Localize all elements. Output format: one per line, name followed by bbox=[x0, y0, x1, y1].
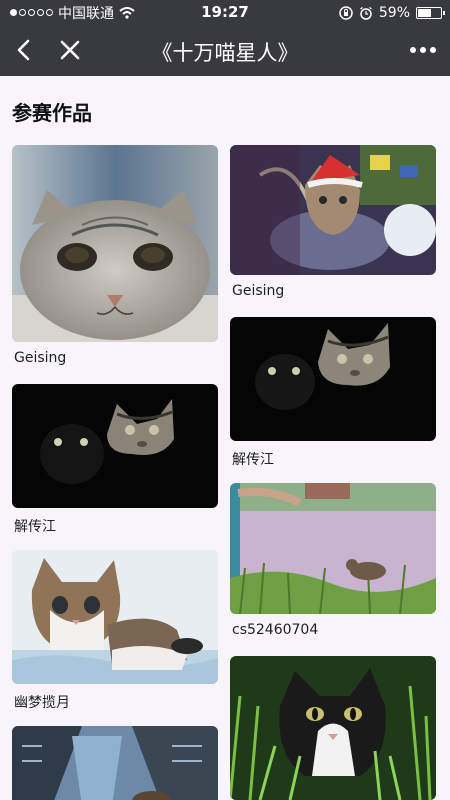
entry-author: 幽梦揽月 bbox=[14, 695, 70, 711]
battery-percent: 59% bbox=[378, 4, 410, 21]
section-title: 参赛作品 bbox=[12, 101, 92, 125]
battery-icon bbox=[416, 6, 445, 19]
entry-author: cs52460704 bbox=[232, 622, 319, 638]
two-cats-dark-image[interactable] bbox=[230, 317, 436, 441]
entry-card[interactable] bbox=[230, 656, 436, 800]
entry-author: Geising bbox=[14, 350, 67, 366]
entry-card[interactable] bbox=[12, 726, 218, 800]
entry-author: 解传江 bbox=[232, 452, 274, 468]
back-button[interactable] bbox=[8, 33, 42, 67]
entry-card[interactable]: 解传江 bbox=[230, 317, 436, 469]
cat-face-closeup-image[interactable] bbox=[12, 145, 218, 342]
entry-card[interactable]: 幽梦揽月 bbox=[12, 550, 218, 712]
page-title: 《十万喵星人》 bbox=[151, 41, 299, 65]
close-button[interactable] bbox=[53, 33, 87, 67]
cat-flowery-grass-image[interactable] bbox=[230, 483, 436, 614]
black-white-cat-image[interactable] bbox=[230, 656, 436, 800]
more-dot bbox=[410, 47, 416, 53]
more-dot bbox=[420, 47, 426, 53]
kitten-christmas-image[interactable] bbox=[230, 145, 436, 275]
more-dot bbox=[430, 47, 436, 53]
close-icon bbox=[60, 40, 80, 60]
entry-author: 解传江 bbox=[14, 519, 56, 535]
orientation-lock-icon bbox=[339, 5, 353, 20]
two-cats-dark-image[interactable] bbox=[12, 384, 218, 508]
entry-card[interactable]: 解传江 bbox=[12, 384, 218, 536]
status-bar: 中国联通 19:27 59% bbox=[0, 0, 450, 25]
entry-card[interactable]: Geising bbox=[230, 145, 436, 299]
status-right: 59% bbox=[339, 0, 445, 25]
more-button[interactable] bbox=[406, 33, 440, 67]
tabby-kitten-image[interactable] bbox=[12, 550, 218, 684]
entry-author: Geising bbox=[232, 283, 285, 299]
chevron-left-icon bbox=[17, 39, 30, 61]
nav-bar: 《十万喵星人》 bbox=[0, 25, 450, 76]
cat-cityscape-image[interactable] bbox=[12, 726, 218, 800]
entry-card[interactable]: Geising bbox=[12, 145, 218, 366]
alarm-icon bbox=[359, 6, 372, 20]
entry-card[interactable]: cs52460704 bbox=[230, 483, 436, 638]
